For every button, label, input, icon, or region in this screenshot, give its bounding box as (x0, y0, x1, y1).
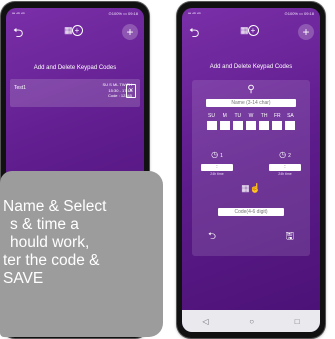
time-hint: 24h time (210, 172, 224, 176)
code-list-item[interactable]: Test1 SU S ML TW TH 15:30 - 17:15 Code :… (10, 79, 140, 107)
time-end: ◷ 2 : 24h time (268, 144, 302, 176)
keypad-icon: ▦☝ (241, 183, 261, 193)
instruction-overlay: Name & Select s & time a hould work, ter… (0, 171, 163, 337)
day-tu[interactable]: TU (232, 113, 243, 130)
day-label: M (222, 113, 227, 119)
status-left: ᵃᵃ ⁴ᴳ ⁴ᴳ (188, 10, 201, 16)
day-checkbox[interactable] (245, 121, 256, 130)
keypad-plus-icon: ▦ + (240, 25, 259, 36)
page-title: Add and Delete Keypad Codes (209, 64, 293, 70)
day-checkbox[interactable] (206, 121, 217, 130)
page-title: Add and Delete Keypad Codes (33, 65, 117, 71)
time-end-field[interactable]: : (269, 164, 301, 171)
status-bar: ᵃᵃ ⁴ᴳ ⁴ᴳ ⊙100% ▭ 09:18 (182, 8, 320, 18)
day-label: FR (273, 113, 281, 119)
android-nav-bar: ◁ ○ □ (182, 310, 320, 332)
keypad-plus-icon: ▦ + (64, 25, 83, 36)
day-th[interactable]: TH (259, 113, 270, 130)
code-input[interactable]: Code(4-6 digit) (218, 208, 284, 216)
day-m[interactable]: M (219, 113, 230, 130)
overlay-line-1: Name & Select (3, 198, 107, 215)
day-checkbox[interactable] (259, 121, 270, 130)
day-w[interactable]: W (245, 113, 256, 130)
code-name: Test1 (14, 85, 26, 91)
nav-home-icon[interactable]: ○ (249, 317, 254, 326)
day-label: SU (208, 113, 215, 119)
time-label: 2 (288, 153, 291, 159)
overlay-line-2: s & time a (10, 216, 79, 233)
day-checkbox[interactable] (285, 121, 296, 130)
back-arrow-icon[interactable]: ⮌ (189, 26, 199, 39)
back-arrow-icon[interactable]: ⮌ (13, 26, 23, 39)
day-su[interactable]: SU (206, 113, 217, 130)
time-start: ◷ 1 : 24h time (200, 144, 234, 176)
right-screen: ᵃᵃ ⁴ᴳ ⁴ᴳ ⊙100% ▭ 09:18 ⮌ ▦ + + Add and De… (182, 8, 320, 332)
back-arrow-icon[interactable]: ⮌ (208, 232, 216, 242)
nav-back-icon[interactable]: ◁ (202, 317, 208, 326)
overlay-line-4: ter the code & (3, 252, 100, 269)
clock-icon: ◷ (279, 150, 287, 159)
right-phone: ᵃᵃ ⁴ᴳ ⁴ᴳ ⊙100% ▭ 09:18 ⮌ ▦ + + Add and De… (177, 2, 325, 338)
status-right: ⊙100% ▭ 09:18 (284, 10, 314, 16)
time-hint: 24h time (278, 172, 292, 176)
trash-icon[interactable]: ✕ (126, 84, 136, 98)
save-icon[interactable]: 🖫 (285, 232, 294, 242)
person-icon: ⚲ (247, 84, 255, 95)
add-code-button[interactable]: + (122, 24, 138, 40)
add-code-button[interactable]: + (298, 24, 314, 40)
status-right: ⊙100% ▭ 09:18 (108, 10, 138, 16)
day-label: TU (234, 113, 242, 119)
day-fr[interactable]: FR (272, 113, 283, 130)
status-left: ᵃᵃ ⁴ᴳ ⁴ᴳ (12, 10, 25, 16)
day-checkbox[interactable] (272, 121, 283, 130)
day-checkbox[interactable] (232, 121, 243, 130)
nav-recent-icon[interactable]: □ (295, 317, 300, 326)
day-checkbox[interactable] (219, 121, 230, 130)
status-bar: ᵃᵃ ⁴ᴳ ⁴ᴳ ⊙100% ▭ 09:18 (6, 8, 144, 18)
code-form-panel: ⚲ Name (3-14 char) SU M TU W TH FR SA ◷ 1… (192, 80, 310, 256)
day-label: W (248, 113, 254, 119)
time-start-field[interactable]: : (201, 164, 233, 171)
code-details: SU S ML TW TH 15:30 - 17:15 Code : 12345 (68, 82, 132, 99)
overlay-line-3: hould work, (10, 234, 90, 251)
name-input[interactable]: Name (3-14 char) (206, 99, 296, 107)
day-label: TH (260, 113, 268, 119)
day-label: SA (287, 113, 294, 119)
code-value: Code : 12345 (107, 93, 132, 98)
day-sa[interactable]: SA (285, 113, 296, 130)
clock-icon: ◷ (211, 150, 219, 159)
overlay-line-5: SAVE (3, 270, 44, 287)
day-selector: SU M TU W TH FR SA (206, 113, 296, 130)
time-label: 1 (220, 153, 223, 159)
